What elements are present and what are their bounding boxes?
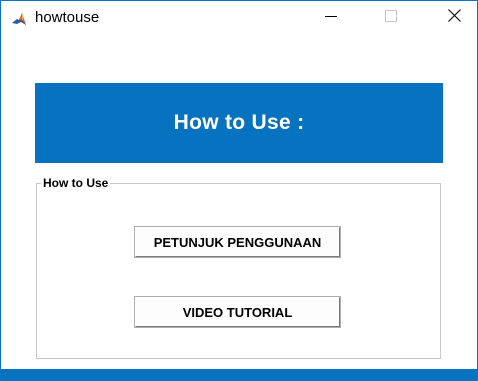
banner-title: How to Use :: [173, 111, 305, 134]
window-title: howtouse: [35, 9, 100, 26]
bottom-accent-strip: [1, 369, 477, 380]
maximize-button[interactable]: [368, 1, 414, 35]
how-to-use-group: How to Use PETUNJUK PENGGUNAAN VIDEO TUT…: [36, 175, 441, 359]
video-tutorial-button[interactable]: VIDEO TUTORIAL: [135, 297, 340, 327]
header-banner: How to Use :: [35, 83, 443, 163]
group-label: How to Use: [41, 175, 111, 191]
petunjuk-penggunaan-button[interactable]: PETUNJUK PENGGUNAAN: [135, 227, 340, 257]
close-button[interactable]: [431, 1, 477, 35]
close-icon: [447, 9, 461, 27]
app-window: howtouse How to Use: How to Use PETUNJU…: [0, 0, 478, 381]
minimize-button[interactable]: [308, 1, 354, 35]
title-bar[interactable]: howtouse: [1, 1, 477, 35]
maximize-icon: [385, 9, 397, 27]
matlab-icon: [11, 11, 27, 27]
minimize-icon: [325, 9, 337, 27]
window-content: How to Use : How to Use PETUNJUK PENGGUN…: [1, 35, 477, 380]
